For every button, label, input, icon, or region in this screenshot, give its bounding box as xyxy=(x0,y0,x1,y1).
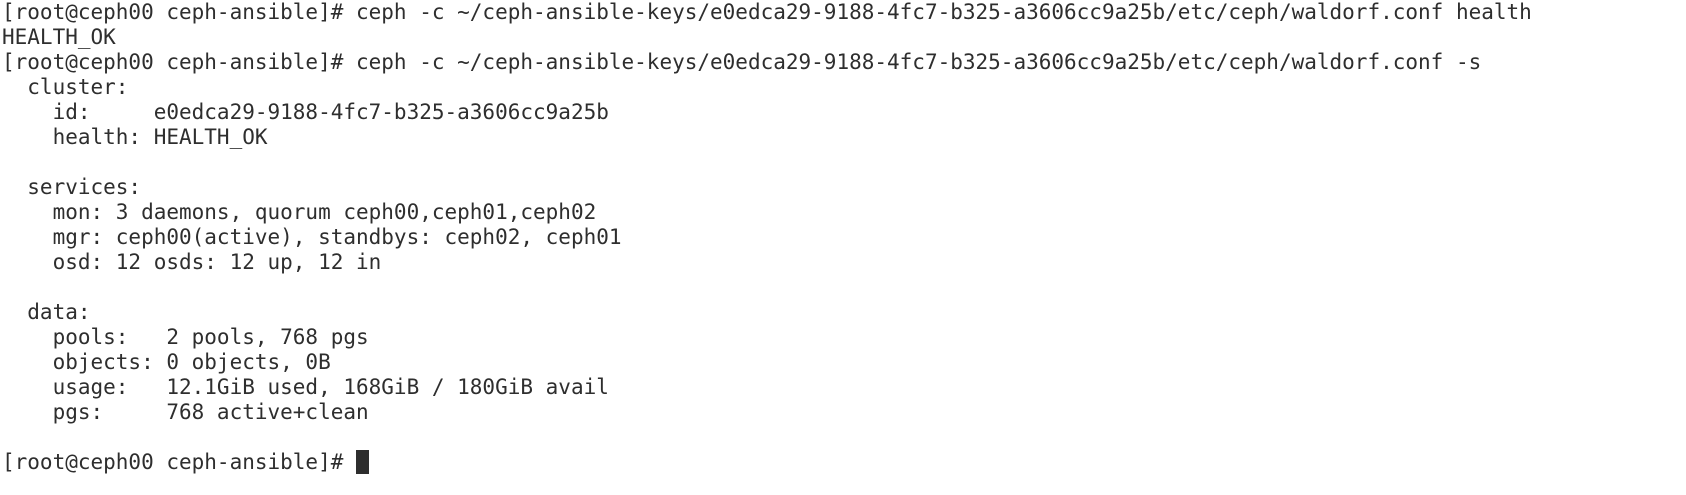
data-heading: data: xyxy=(2,300,91,324)
command-line-health: [root@ceph00 ceph-ansible]# ceph -c ~/ce… xyxy=(2,0,1532,24)
command-line-status: [root@ceph00 ceph-ansible]# ceph -c ~/ce… xyxy=(2,50,1482,74)
cluster-id-line: id: e0edca29-9188-4fc7-b325-a3606cc9a25b xyxy=(2,100,609,124)
pools-line: pools: 2 pools, 768 pgs xyxy=(2,325,369,349)
pgs-line: pgs: 768 active+clean xyxy=(2,400,369,424)
mgr-service-line: mgr: ceph00(active), standbys: ceph02, c… xyxy=(2,225,622,249)
cluster-health-line: health: HEALTH_OK xyxy=(2,125,268,149)
terminal-window[interactable]: [root@ceph00 ceph-ansible]# ceph -c ~/ce… xyxy=(0,0,1686,495)
cluster-heading: cluster: xyxy=(2,75,129,99)
objects-line: objects: 0 objects, 0B xyxy=(2,350,331,374)
current-prompt-line[interactable]: [root@ceph00 ceph-ansible]# xyxy=(2,450,1686,475)
mon-service-line: mon: 3 daemons, quorum ceph00,ceph01,cep… xyxy=(2,200,597,224)
services-heading: services: xyxy=(2,175,142,199)
health-output: HEALTH_OK xyxy=(2,25,116,49)
text-cursor[interactable] xyxy=(356,450,370,474)
osd-service-line: osd: 12 osds: 12 up, 12 in xyxy=(2,250,382,274)
shell-prompt: [root@ceph00 ceph-ansible]# xyxy=(2,450,357,474)
usage-line: usage: 12.1GiB used, 168GiB / 180GiB ava… xyxy=(2,375,609,399)
